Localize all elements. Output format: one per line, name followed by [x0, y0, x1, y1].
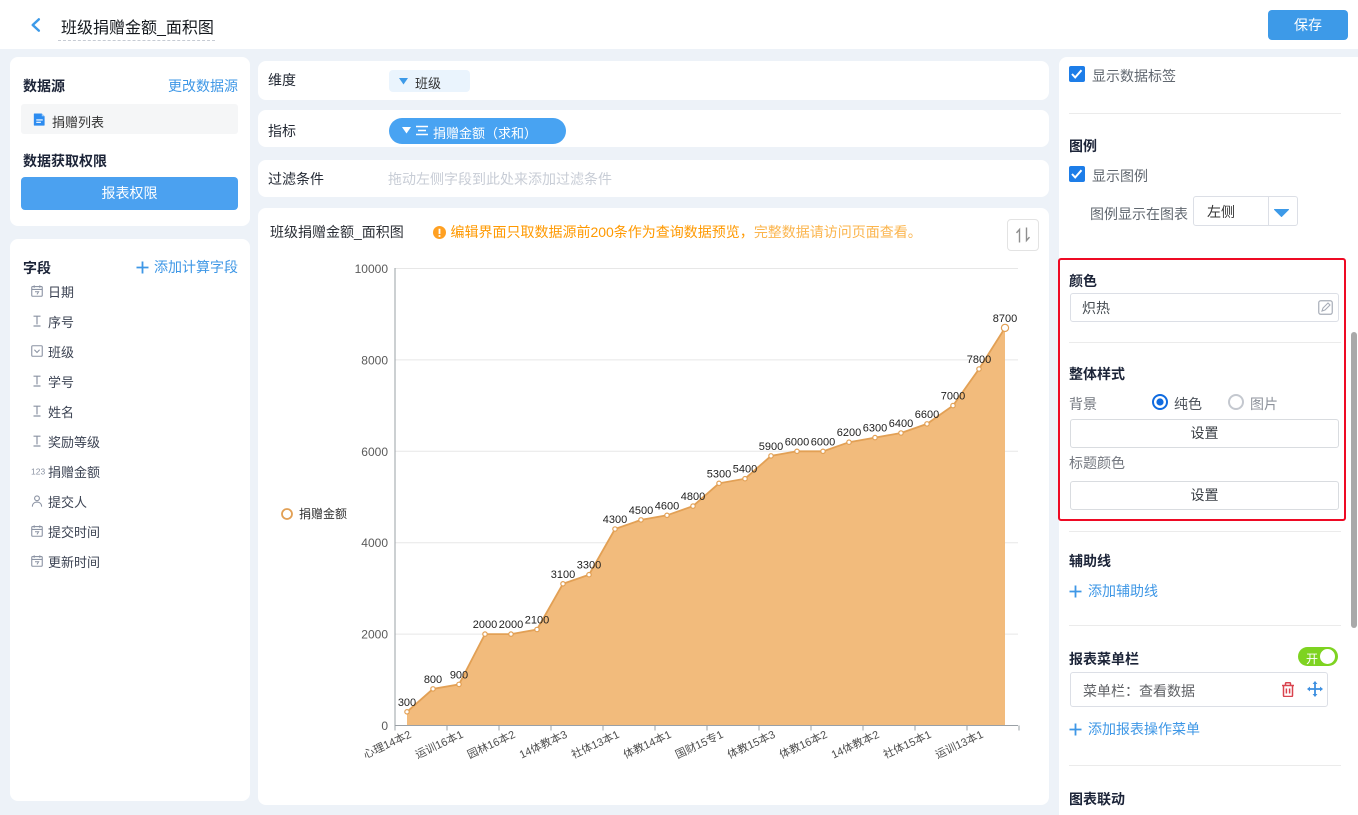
svg-text:8000: 8000 [361, 353, 388, 367]
svg-text:6400: 6400 [889, 418, 913, 430]
svg-text:4800: 4800 [681, 491, 705, 503]
svg-text:2000: 2000 [499, 619, 523, 631]
svg-text:10000: 10000 [355, 262, 389, 276]
svg-text:300: 300 [398, 697, 416, 709]
svg-text:4000: 4000 [361, 536, 388, 550]
svg-text:7800: 7800 [967, 354, 991, 366]
svg-text:4600: 4600 [655, 500, 679, 512]
svg-text:4300: 4300 [603, 514, 627, 526]
svg-text:体教15本3: 体教15本3 [725, 727, 777, 761]
svg-text:体教14本1: 体教14本1 [621, 727, 673, 761]
svg-text:6000: 6000 [785, 436, 809, 448]
svg-text:体教16本2: 体教16本2 [777, 727, 829, 761]
svg-text:6600: 6600 [915, 409, 939, 421]
svg-text:6300: 6300 [863, 423, 887, 435]
svg-text:5900: 5900 [759, 441, 783, 453]
svg-text:14体教本3: 14体教本3 [517, 727, 569, 761]
svg-text:8700: 8700 [993, 313, 1017, 325]
svg-text:国财15专1: 国财15专1 [673, 727, 725, 761]
svg-text:2100: 2100 [525, 615, 549, 627]
svg-text:6200: 6200 [837, 427, 861, 439]
svg-text:3300: 3300 [577, 560, 601, 572]
svg-text:14体教本2: 14体教本2 [829, 727, 881, 761]
svg-text:运训13本1: 运训13本1 [933, 727, 985, 761]
svg-text:3100: 3100 [551, 569, 575, 581]
svg-text:7000: 7000 [941, 391, 965, 403]
svg-text:园林16本2: 园林16本2 [465, 727, 517, 761]
svg-text:运训16本1: 运训16本1 [413, 727, 465, 761]
svg-text:社体15本1: 社体15本1 [881, 727, 933, 761]
svg-text:4500: 4500 [629, 505, 653, 517]
svg-text:5400: 5400 [733, 464, 757, 476]
svg-text:2000: 2000 [473, 619, 497, 631]
svg-text:900: 900 [450, 669, 468, 681]
svg-text:6000: 6000 [811, 436, 835, 448]
svg-text:0: 0 [381, 719, 388, 733]
svg-text:捐赠金额: 捐赠金额 [299, 506, 347, 521]
svg-text:社体13本1: 社体13本1 [569, 727, 621, 761]
svg-text:5300: 5300 [707, 468, 731, 480]
svg-text:6000: 6000 [361, 445, 388, 459]
svg-text:2000: 2000 [361, 628, 388, 642]
svg-text:800: 800 [424, 674, 442, 686]
